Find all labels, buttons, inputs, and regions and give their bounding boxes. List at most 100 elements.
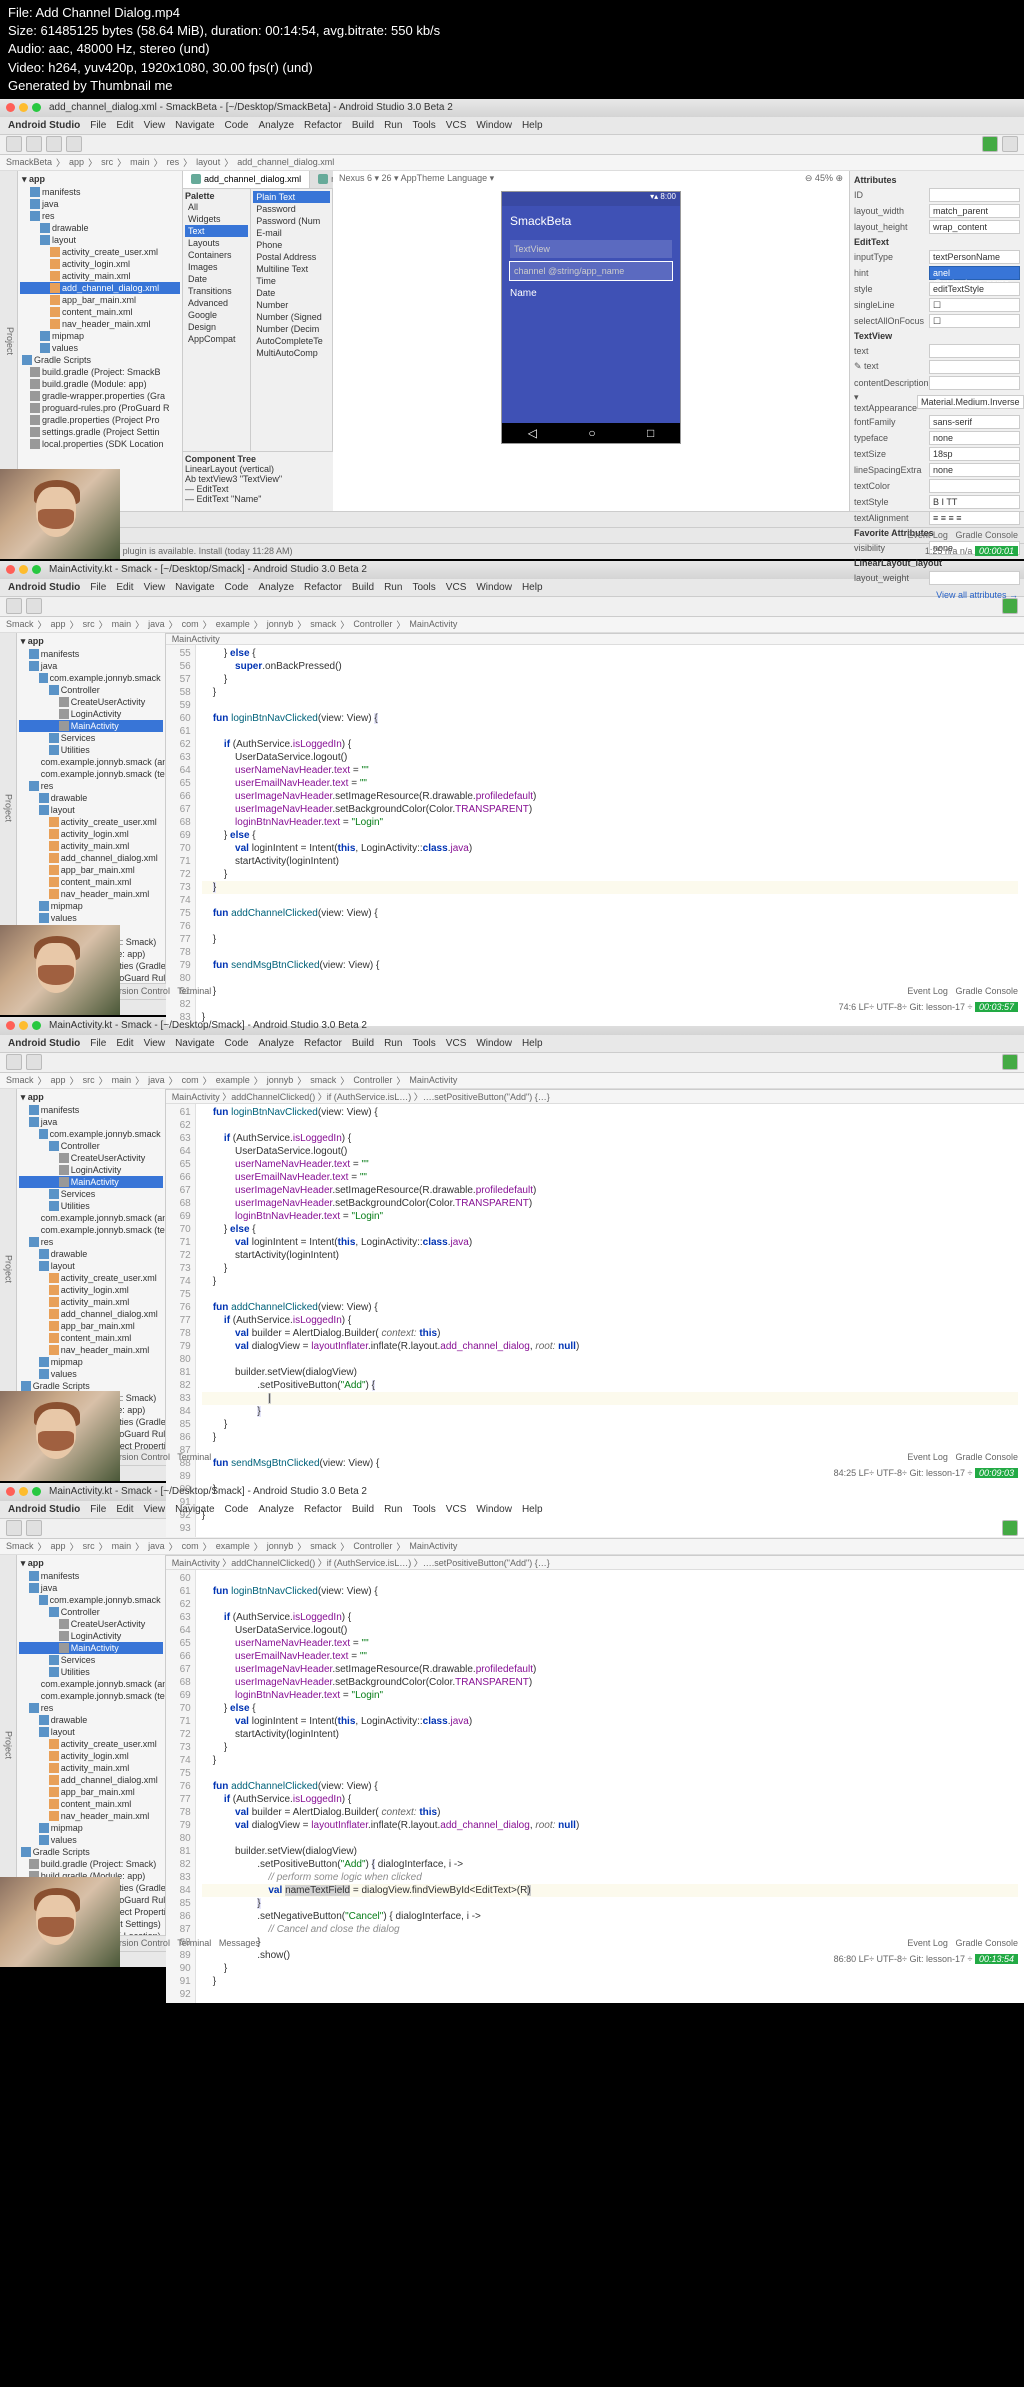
tree-item[interactable]: layout — [19, 1260, 163, 1272]
tree-item[interactable]: content_main.xml — [19, 1332, 163, 1344]
tree-item[interactable]: CreateUserActivity — [19, 696, 163, 708]
tree-item[interactable]: com.example.jonnyb.smack (test) — [19, 1224, 163, 1236]
menu-item[interactable]: Run — [384, 582, 402, 593]
menu-item[interactable]: Tools — [412, 1504, 435, 1515]
tree-item[interactable]: Utilities — [19, 744, 163, 756]
palette-items[interactable]: Plain TextPasswordPassword (NumE-mailPho… — [251, 189, 333, 451]
tree-item[interactable]: values — [20, 342, 180, 354]
tree-item[interactable]: nav_header_main.xml — [19, 1344, 163, 1356]
tree-item[interactable]: com.example.jonnyb.smack — [19, 1594, 163, 1606]
maximize-button[interactable] — [32, 103, 41, 112]
tree-item[interactable]: add_channel_dialog.xml — [20, 282, 180, 294]
menu-item[interactable]: Analyze — [258, 1504, 294, 1515]
editor-tab[interactable]: add_channel_dialog.xml — [183, 171, 310, 188]
menu-file[interactable]: File — [90, 120, 106, 131]
menu-build[interactable]: Build — [352, 120, 374, 131]
tree-item[interactable]: com.example.jonnyb.smack — [19, 672, 163, 684]
canvas-toolbar[interactable]: Nexus 6 ▾ 26 ▾ AppTheme Language ▾ ⊖ 45%… — [335, 173, 847, 189]
phone-name-label[interactable]: Name — [502, 284, 680, 303]
tree-item[interactable]: layout — [19, 804, 163, 816]
tree-item[interactable]: values — [19, 1368, 163, 1380]
menu-item[interactable]: Help — [522, 1504, 543, 1515]
titlebar[interactable]: add_channel_dialog.xml - SmackBeta - [~/… — [0, 99, 1024, 117]
menu-item[interactable]: Tools — [412, 582, 435, 593]
tree-item[interactable]: app_bar_main.xml — [19, 1786, 163, 1798]
code-editor[interactable]: 55 56 57 58 59 60 61 62 63 64 65 66 67 6… — [166, 645, 1024, 1026]
menu-item[interactable]: Navigate — [175, 1504, 214, 1515]
code-content[interactable]: } else { super.onBackPressed() } } fun l… — [196, 645, 1024, 1026]
palette-categories[interactable]: PaletteAllWidgetsTextLayoutsContainersIm… — [183, 189, 251, 451]
component-tree[interactable]: Component Tree LinearLayout (vertical) A… — [183, 451, 333, 511]
tree-item[interactable]: activity_main.xml — [19, 1762, 163, 1774]
tree-item[interactable]: activity_create_user.xml — [19, 1272, 163, 1284]
tree-item[interactable]: mipmap — [19, 1822, 163, 1834]
tree-item[interactable]: build.gradle (Project: SmackB — [20, 366, 180, 378]
menu-vcs[interactable]: VCS — [446, 120, 467, 131]
undo-button[interactable] — [46, 136, 62, 152]
menu-item[interactable]: Run — [384, 1504, 402, 1515]
menu-item[interactable]: View — [144, 1504, 166, 1515]
code-editor[interactable]: 60 61 62 63 64 65 66 67 68 69 70 71 72 7… — [166, 1570, 1024, 2003]
menu-analyze[interactable]: Analyze — [258, 120, 294, 131]
tree-item[interactable]: mipmap — [19, 900, 163, 912]
tree-item[interactable]: Services — [19, 1654, 163, 1666]
tree-item[interactable]: LoginActivity — [19, 708, 163, 720]
menu-window[interactable]: Window — [476, 120, 512, 131]
tree-item[interactable]: com.example.jonnyb.smack (test) — [19, 1690, 163, 1702]
menu-item[interactable]: VCS — [446, 1038, 467, 1049]
tree-item[interactable]: build.gradle (Project: Smack) — [19, 1858, 163, 1870]
tree-item[interactable]: settings.gradle (Project Settin — [20, 426, 180, 438]
menu-item[interactable]: View — [144, 582, 166, 593]
tree-item[interactable]: Controller — [19, 1140, 163, 1152]
tree-item[interactable]: mipmap — [20, 330, 180, 342]
menu-item[interactable]: Refactor — [304, 1504, 342, 1515]
tree-item[interactable]: MainActivity — [19, 1176, 163, 1188]
menu-refactor[interactable]: Refactor — [304, 120, 342, 131]
tree-item[interactable]: layout — [20, 234, 180, 246]
menu-item[interactable]: VCS — [446, 582, 467, 593]
breadcrumb[interactable]: SmackBeta〉 app〉 src〉 main〉 res〉 layout〉 … — [0, 155, 1024, 171]
phone-preview[interactable]: ▾▴ 8:00 SmackBeta TextView channel @stri… — [501, 191, 681, 444]
menu-item[interactable]: Window — [476, 582, 512, 593]
minimize-button[interactable] — [19, 103, 28, 112]
menu-navigate[interactable]: Navigate — [175, 120, 214, 131]
tree-item[interactable]: java — [19, 1116, 163, 1128]
menu-item[interactable]: Refactor — [304, 582, 342, 593]
tree-item[interactable]: java — [19, 1582, 163, 1594]
menu-run[interactable]: Run — [384, 120, 402, 131]
tree-item[interactable]: Utilities — [19, 1666, 163, 1678]
tree-item[interactable]: app_bar_main.xml — [19, 1320, 163, 1332]
menu-item[interactable]: Help — [522, 1038, 543, 1049]
menu-item[interactable]: Analyze — [258, 1038, 294, 1049]
menu-item[interactable]: Analyze — [258, 582, 294, 593]
tree-item[interactable]: content_main.xml — [19, 1798, 163, 1810]
tree-item[interactable]: add_channel_dialog.xml — [19, 1774, 163, 1786]
tree-item[interactable]: build.gradle (Module: app) — [20, 378, 180, 390]
tree-item[interactable]: com.example.jonnyb.smack (androidTest) — [19, 1678, 163, 1690]
tree-item[interactable]: mipmap — [19, 1356, 163, 1368]
tree-item[interactable]: java — [20, 198, 180, 210]
tree-item[interactable]: gradle.properties (Project Pro — [20, 414, 180, 426]
save-button[interactable] — [26, 136, 42, 152]
menu-item[interactable]: Code — [225, 1038, 249, 1049]
tree-item[interactable]: values — [19, 912, 163, 924]
menu-item[interactable]: File — [90, 1038, 106, 1049]
menu-help[interactable]: Help — [522, 120, 543, 131]
run-button[interactable] — [982, 136, 998, 152]
menu-tools[interactable]: Tools — [412, 120, 435, 131]
tree-item[interactable]: local.properties (SDK Location — [20, 438, 180, 450]
gradle-console[interactable]: Gradle Console — [955, 530, 1018, 540]
tree-item[interactable]: values — [19, 1834, 163, 1846]
tree-item[interactable]: activity_login.xml — [19, 1750, 163, 1762]
tree-item[interactable]: Gradle Scripts — [19, 1846, 163, 1858]
menu-edit[interactable]: Edit — [116, 120, 133, 131]
menu-item[interactable]: Window — [476, 1038, 512, 1049]
tree-item[interactable]: nav_header_main.xml — [19, 888, 163, 900]
tree-item[interactable]: activity_create_user.xml — [19, 1738, 163, 1750]
tree-item[interactable]: res — [19, 1702, 163, 1714]
menu-item[interactable]: Edit — [116, 1504, 133, 1515]
tree-item[interactable]: activity_create_user.xml — [19, 816, 163, 828]
debug-button[interactable] — [1002, 136, 1018, 152]
left-rail[interactable]: Project — [0, 171, 18, 511]
tree-item[interactable]: drawable — [20, 222, 180, 234]
